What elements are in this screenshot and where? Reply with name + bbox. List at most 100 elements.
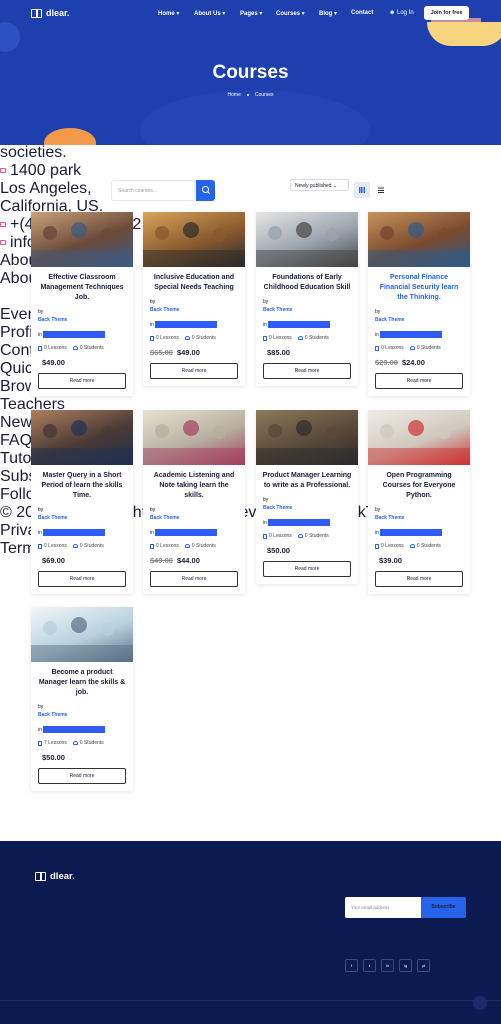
course-card[interactable]: Product Manager Learning to write as a P…	[256, 410, 358, 584]
nav-item-pages[interactable]: Pages ▾	[240, 10, 262, 17]
facebook-icon[interactable]: f	[345, 959, 358, 972]
course-author[interactable]: Back Theme	[368, 515, 470, 521]
read-more-button[interactable]: Read more	[375, 571, 463, 587]
grid-view-button[interactable]	[354, 182, 370, 198]
course-card[interactable]: Become a product Manager learn the skill…	[31, 607, 133, 791]
course-card[interactable]: Master Query in a Short Period of learn …	[31, 410, 133, 594]
lessons-icon	[263, 533, 267, 539]
course-title[interactable]: Effective Classroom Management Technique…	[31, 267, 133, 303]
course-price: $39.00	[379, 556, 402, 565]
course-card[interactable]: Academic Listening and Note taking learn…	[143, 410, 245, 594]
lessons-count: 0 Lessons	[381, 543, 404, 549]
course-title[interactable]: Product Manager Learning to write as a P…	[256, 465, 358, 491]
lessons-icon	[38, 345, 42, 351]
course-image[interactable]	[256, 410, 358, 465]
nav-item-home[interactable]: Home ▾	[158, 10, 179, 17]
course-meta: 0 Lessons 0 Students	[143, 335, 245, 341]
twitter-icon[interactable]: t	[363, 959, 376, 972]
search-input[interactable]: Search courses...	[111, 180, 195, 201]
course-author[interactable]: Back Theme	[256, 307, 358, 313]
read-more-button[interactable]: Read more	[38, 571, 126, 587]
course-image[interactable]	[368, 212, 470, 267]
nav-item-contact[interactable]: Contact	[351, 10, 373, 16]
nav-item-blog[interactable]: Blog ▾	[319, 10, 337, 17]
students-icon	[72, 346, 78, 350]
lessons-icon	[150, 543, 154, 549]
search-button[interactable]	[196, 180, 215, 201]
list-icon	[378, 187, 384, 193]
course-author[interactable]: Back Theme	[31, 712, 133, 718]
category-highlight	[154, 529, 217, 536]
course-image[interactable]	[31, 607, 133, 662]
course-card[interactable]: Personal Finance Financial Security lear…	[368, 212, 470, 396]
login-link[interactable]: ☻ Log In	[389, 10, 414, 16]
footer-divider	[0, 1000, 501, 1001]
course-author[interactable]: Back Theme	[31, 515, 133, 521]
decor-shape	[44, 128, 96, 145]
by-label: by	[375, 507, 381, 513]
footer-logo[interactable]: dlear.	[35, 871, 75, 882]
decor-shape	[0, 22, 20, 52]
course-meta: 0 Lessons 0 Students	[256, 335, 358, 341]
read-more-button[interactable]: Read more	[38, 768, 126, 784]
course-title[interactable]: Foundations of Early Childhood Education…	[256, 267, 358, 293]
breadcrumb: Home Courses	[0, 92, 501, 98]
course-card[interactable]: Effective Classroom Management Technique…	[31, 212, 133, 396]
course-category: in	[31, 529, 133, 536]
course-author[interactable]: Back Theme	[368, 317, 470, 323]
read-more-button[interactable]: Read more	[150, 363, 238, 379]
course-meta: 0 Lessons 0 Students	[143, 543, 245, 549]
course-category: in	[143, 321, 245, 328]
course-author[interactable]: Back Theme	[143, 515, 245, 521]
by-label: by	[375, 309, 381, 315]
course-title[interactable]: Academic Listening and Note taking learn…	[143, 465, 245, 501]
subscribe-button[interactable]: Subscribe	[421, 897, 466, 918]
course-image[interactable]	[31, 212, 133, 267]
course-price: $29.00 $24.00	[375, 358, 425, 367]
course-title[interactable]: Become a product Manager learn the skill…	[31, 662, 133, 698]
students-count: 0 Students	[79, 543, 104, 549]
course-author[interactable]: Back Theme	[256, 505, 358, 511]
nav-item-about[interactable]: About Us ▾	[194, 10, 225, 17]
join-button[interactable]: Join for free	[424, 6, 469, 20]
course-title[interactable]: Personal Finance Financial Security lear…	[368, 267, 470, 303]
lessons-count: 0 Lessons	[44, 543, 67, 549]
course-image[interactable]	[368, 410, 470, 465]
course-card[interactable]: Foundations of Early Childhood Education…	[256, 212, 358, 386]
scroll-top-button[interactable]	[473, 996, 487, 1010]
category-highlight	[379, 529, 442, 536]
course-price: $65.00 $49.00	[150, 348, 200, 357]
course-image[interactable]	[143, 410, 245, 465]
course-title[interactable]: Master Query in a Short Period of learn …	[31, 465, 133, 501]
subscribe-email-input[interactable]: Your email address	[345, 897, 421, 918]
read-more-button[interactable]: Read more	[263, 363, 351, 379]
list-view-button[interactable]	[373, 182, 389, 198]
course-author[interactable]: Back Theme	[31, 317, 133, 323]
course-title[interactable]: Open Programming Courses for Everyone Py…	[368, 465, 470, 501]
read-more-button[interactable]: Read more	[375, 373, 463, 389]
breadcrumb-home[interactable]: Home	[228, 92, 241, 98]
nav-item-courses[interactable]: Courses ▾	[276, 10, 305, 17]
read-more-button[interactable]: Read more	[38, 373, 126, 389]
youtube-icon[interactable]: yt	[417, 959, 430, 972]
linkedin-icon[interactable]: in	[381, 959, 394, 972]
lessons-count: 0 Lessons	[269, 533, 292, 539]
decor-shape	[140, 90, 370, 145]
course-card[interactable]: Open Programming Courses for Everyone Py…	[368, 410, 470, 594]
course-title[interactable]: Inclusive Education and Special Needs Te…	[143, 267, 245, 293]
course-image[interactable]	[31, 410, 133, 465]
course-author[interactable]: Back Theme	[143, 307, 245, 313]
course-card[interactable]: Inclusive Education and Special Needs Te…	[143, 212, 245, 386]
brand-logo[interactable]: dlear.	[31, 8, 70, 18]
read-more-button[interactable]: Read more	[150, 571, 238, 587]
course-meta: 0 Lessons 0 Students	[256, 533, 358, 539]
read-more-button[interactable]: Read more	[263, 561, 351, 577]
course-image[interactable]	[143, 212, 245, 267]
by-label: by	[150, 507, 156, 513]
lessons-count: 0 Lessons	[269, 335, 292, 341]
course-price: $49.00	[42, 358, 65, 367]
course-image[interactable]	[256, 212, 358, 267]
instagram-icon[interactable]: ig	[399, 959, 412, 972]
sort-select[interactable]: Newly published ⌄	[290, 179, 349, 191]
lessons-count: 0 Lessons	[156, 335, 179, 341]
